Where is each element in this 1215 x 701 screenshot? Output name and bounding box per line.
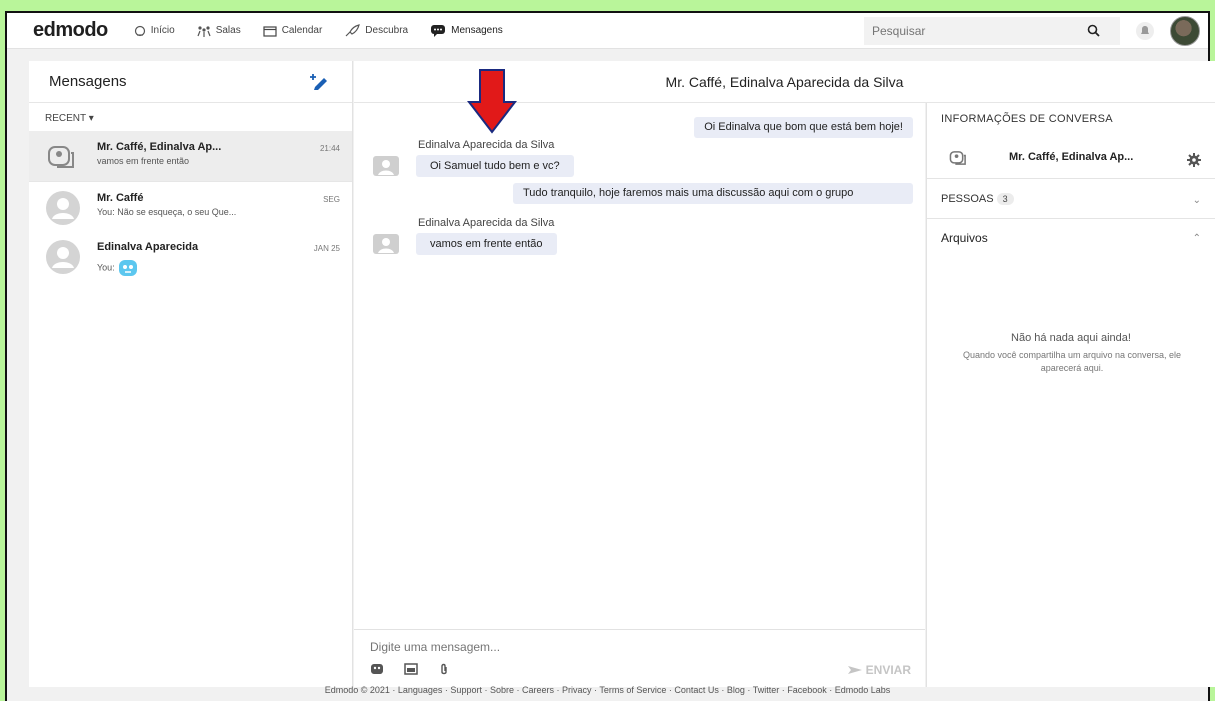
search-box (864, 17, 1120, 45)
conversation-item[interactable]: Edinalva Aparecida You: JAN 25 (29, 231, 352, 289)
message-bubble-received: Oi Samuel tudo bem e vc? (416, 155, 574, 177)
conversation-snippet: You: (97, 259, 297, 277)
sender-avatar-icon (373, 156, 399, 176)
conversation-list-panel: Mensagens RECENT ▾ Mr. Caffé, Edinalva A… (29, 61, 353, 687)
messages-icon (431, 25, 446, 37)
settings-gear-icon[interactable] (1187, 153, 1201, 167)
edmodo-logo[interactable]: edmodo (33, 19, 108, 42)
conversation-snippet-text: You: (97, 262, 115, 273)
message-bubble-sent: Tudo tranquilo, hoje faremos mais uma di… (513, 183, 913, 204)
conversation-name: Edinalva Aparecida (97, 241, 199, 253)
conversation-snippet: You: Não se esqueça, o seu Que... (97, 207, 237, 217)
classes-icon (197, 25, 211, 37)
sender-avatar-icon (373, 234, 399, 254)
conversation-time: SEG (323, 195, 340, 204)
message-thread: Oi Edinalva que bom que está bem hoje! E… (354, 103, 925, 687)
nav-item-salas[interactable]: Salas (197, 25, 241, 37)
new-message-icon[interactable] (310, 73, 330, 91)
conversation-name: Mr. Caffé, Edinalva Ap... (97, 141, 222, 153)
recent-filter-dropdown[interactable]: RECENT ▾ (29, 103, 352, 131)
user-avatar[interactable] (1170, 16, 1200, 46)
info-title: INFORMAÇÕES DE CONVERSA (941, 113, 1113, 125)
search-icon[interactable] (1087, 24, 1100, 37)
sticker-icon (118, 260, 137, 276)
top-nav: edmodo Início Salas Calendar Descubra Me… (7, 13, 1208, 49)
messages-title: Mensagens (49, 73, 127, 90)
nav-item-label: Descubra (365, 25, 409, 36)
conversation-item[interactable]: Mr. Caffé, Edinalva Ap... vamos em frent… (29, 131, 352, 181)
send-icon (847, 666, 862, 674)
nav-item-descubra[interactable]: Descubra (344, 23, 409, 38)
message-sender: Edinalva Aparecida da Silva (418, 217, 555, 229)
people-label: PESSOAS 3 (941, 193, 1014, 205)
conversation-name: Mr. Caffé (97, 192, 144, 204)
attachment-icon[interactable] (438, 663, 450, 676)
conversation-list-header: Mensagens (29, 61, 352, 103)
user-avatar-icon (46, 191, 80, 225)
nav-item-label: Calendar (281, 25, 323, 36)
empty-state-title: Não há nada aqui ainda! (1011, 332, 1131, 344)
conversation-title: Mr. Caffé, Edinalva Aparecida da Silva (665, 73, 904, 90)
nav-item-calendar[interactable]: Calendar (263, 25, 323, 37)
chevron-up-icon[interactable]: ⌃ (1193, 233, 1201, 244)
message-bubble-received: vamos em frente então (416, 233, 557, 255)
group-avatar-icon (949, 151, 966, 165)
nav-item-label: Início (150, 25, 175, 36)
sticker-icon[interactable] (370, 663, 384, 675)
message-input[interactable] (370, 640, 770, 654)
info-conversation-row: Mr. Caffé, Edinalva Ap... (927, 143, 1215, 179)
empty-state-description: Quando você compartilha um arquivo na co… (962, 350, 1182, 373)
people-label-text: PESSOAS (941, 193, 994, 205)
conversation-time: 21:44 (319, 144, 340, 153)
nav-item-mensagens[interactable]: Mensagens (430, 24, 503, 37)
page-footer: Edmodo © 2021 · Languages · Support · So… (324, 685, 891, 695)
composer-tools (370, 663, 450, 676)
red-arrow-annotation (467, 69, 517, 134)
image-icon[interactable] (404, 663, 418, 675)
group-avatar-icon (48, 146, 74, 168)
conversation-info-panel: INFORMAÇÕES DE CONVERSA Mr. Caffé, Edina… (926, 103, 1215, 687)
calendar-icon (263, 25, 277, 37)
people-section[interactable]: PESSOAS 3 ⌄ (927, 183, 1215, 219)
files-section[interactable]: Arquivos (941, 231, 988, 245)
nav-item-label: Mensagens (451, 25, 503, 36)
conversation-time: JAN 25 (313, 244, 340, 253)
chevron-down-icon[interactable]: ⌄ (1193, 195, 1201, 206)
people-count-badge: 3 (996, 193, 1014, 205)
notifications-icon[interactable] (1135, 21, 1155, 41)
app-frame: edmodo Início Salas Calendar Descubra Me… (5, 11, 1215, 701)
conversation-item[interactable]: Mr. Caffé You: Não se esqueça, o seu Que… (29, 181, 352, 231)
send-button[interactable]: ENVIAR (847, 663, 911, 677)
info-conversation-name: Mr. Caffé, Edinalva Ap... (1009, 151, 1134, 163)
conversation-snippet: vamos em frente então (97, 156, 190, 166)
home-icon (134, 25, 145, 36)
search-input[interactable] (872, 24, 1072, 38)
message-bubble-sent: Oi Edinalva que bom que está bem hoje! (694, 117, 913, 138)
rocket-icon (345, 23, 361, 36)
nav-item-inicio[interactable]: Início (134, 25, 175, 37)
message-sender: Edinalva Aparecida da Silva (418, 139, 555, 151)
send-label: ENVIAR (865, 663, 911, 677)
message-composer: ENVIAR (354, 629, 925, 687)
nav-item-label: Salas (215, 25, 241, 36)
user-avatar-icon (46, 240, 80, 274)
